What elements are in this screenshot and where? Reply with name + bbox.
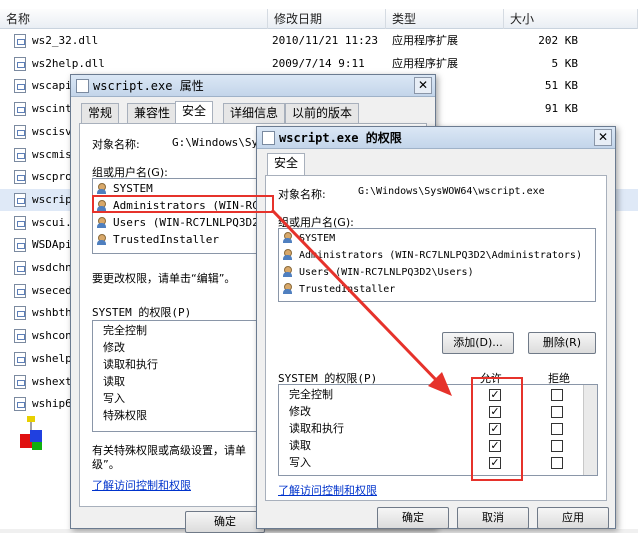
annotation-arrow [270,208,452,396]
